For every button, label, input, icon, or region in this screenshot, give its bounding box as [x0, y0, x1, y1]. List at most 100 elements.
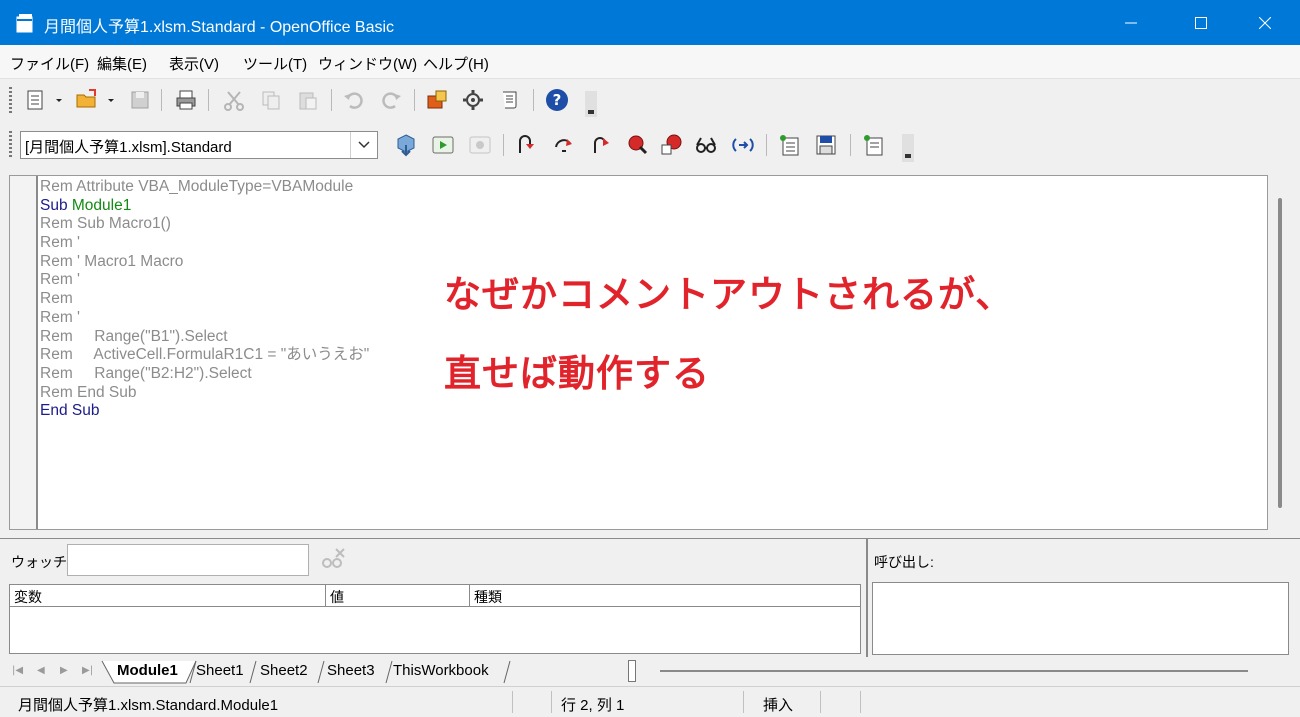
gear-icon[interactable] [461, 88, 485, 112]
status-insert-mode[interactable]: 挿入 [763, 694, 793, 715]
breakpoint-margin[interactable] [10, 176, 38, 529]
copy-icon[interactable] [259, 88, 283, 112]
menu-window[interactable]: ウィンドウ(W) [318, 53, 417, 74]
toolbar-separator [533, 89, 534, 111]
breakpoint-icon[interactable] [626, 133, 650, 157]
chevron-down-icon[interactable] [105, 88, 117, 112]
save-icon[interactable] [128, 88, 152, 112]
tab-sheet1[interactable]: Sheet1 [196, 661, 244, 684]
close-button[interactable] [1230, 0, 1300, 45]
stop-icon[interactable] [468, 133, 492, 157]
code-token: Rem ' Macro1 Macro [40, 252, 184, 270]
menu-file[interactable]: ファイル(F) [10, 53, 89, 74]
paste-icon[interactable] [296, 88, 320, 112]
step-over-icon[interactable] [552, 133, 576, 157]
menu-tools[interactable]: ツール(T) [243, 53, 307, 74]
object-catalog-icon[interactable] [731, 133, 755, 157]
code-line[interactable]: Rem ActiveCell.FormulaR1C1 = "あいうえお" [40, 346, 369, 365]
toolbar-separator [503, 134, 504, 156]
step-into-icon[interactable] [515, 133, 539, 157]
remove-watch-icon[interactable] [318, 546, 346, 572]
print-icon[interactable] [174, 88, 198, 112]
menu-view[interactable]: 表示(V) [169, 53, 219, 74]
toolbar-grip[interactable] [9, 131, 12, 157]
code-line[interactable]: Rem Range("B1").Select [40, 328, 369, 347]
cut-icon[interactable] [222, 88, 246, 112]
code-line[interactable]: Rem ' Macro1 Macro [40, 253, 369, 272]
next-tab-button[interactable]: ▶ [60, 665, 68, 676]
compile-icon[interactable] [394, 133, 418, 157]
code-token: Rem ' [40, 308, 80, 326]
previous-tab-button[interactable]: ◀ [37, 665, 45, 676]
glasses-icon[interactable] [694, 133, 718, 157]
menu-edit[interactable]: 編集(E) [97, 53, 147, 74]
code-line[interactable]: End Sub [40, 402, 369, 421]
status-separator [551, 691, 552, 713]
close-icon [1259, 16, 1271, 29]
annotation-line-2: 直せば動作する [444, 352, 710, 395]
code-line[interactable]: Rem Range("B2:H2").Select [40, 365, 369, 384]
code-line[interactable]: Rem End Sub [40, 384, 369, 403]
watch-table[interactable]: 変数 値 種類 [9, 584, 861, 654]
tab-module1[interactable]: Module1 [117, 661, 178, 684]
help-icon[interactable]: ? [545, 88, 569, 112]
scroll-icon[interactable] [498, 88, 522, 112]
open-folder-icon[interactable] [75, 88, 99, 112]
tab-sheet2[interactable]: Sheet2 [260, 661, 308, 684]
column-header-variable[interactable]: 変数 [10, 585, 326, 607]
last-tab-button[interactable]: ▶| [82, 665, 93, 676]
chevron-down-icon[interactable] [53, 88, 65, 112]
module-tabs-bar: |◀ ◀ ▶ ▶| Module1 Sheet1 Sheet2 Sheet3 T… [0, 659, 1300, 685]
toolbar-separator [414, 89, 415, 111]
new-document-icon[interactable] [24, 88, 48, 112]
code-token: Rem ActiveCell.FormulaR1C1 = "あいうえお" [40, 346, 370, 364]
library-select[interactable]: [月間個人予算1.xlsm].Standard [20, 131, 378, 159]
tab-splitter-handle[interactable] [628, 660, 636, 682]
panel-splitter[interactable] [866, 539, 868, 657]
toolbar-overflow-icon[interactable] [585, 91, 597, 117]
column-header-type[interactable]: 種類 [470, 585, 860, 607]
code-line[interactable]: Rem Attribute VBA_ModuleType=VBAModule [40, 178, 369, 197]
maximize-icon [1195, 16, 1207, 29]
title-bar: 月間個人予算1.xlsm.Standard - OpenOffice Basic [0, 0, 1300, 45]
minimize-icon [1125, 22, 1137, 23]
watch-input[interactable] [67, 544, 309, 576]
status-separator [743, 691, 744, 713]
code-line[interactable]: Rem ' [40, 309, 369, 328]
maximize-button[interactable] [1166, 0, 1236, 45]
redo-icon[interactable] [379, 88, 403, 112]
basic-ide-icon[interactable] [425, 88, 449, 112]
toolbar-overflow-icon[interactable] [902, 134, 914, 162]
app-icon [16, 14, 33, 33]
manage-breakpoints-icon[interactable] [660, 133, 684, 157]
library-select-arrow[interactable] [350, 132, 377, 158]
code-line[interactable]: Rem [40, 290, 369, 309]
call-stack-list[interactable] [872, 582, 1289, 655]
import-dialog-icon[interactable] [862, 133, 886, 157]
toolbar-separator [331, 89, 332, 111]
first-tab-button[interactable]: |◀ [12, 665, 23, 676]
code-token: Rem Range("B2:H2").Select [40, 364, 252, 382]
menu-help[interactable]: ヘルプ(H) [423, 53, 489, 74]
code-line[interactable]: Rem ' [40, 234, 369, 253]
column-header-value[interactable]: 値 [326, 585, 470, 607]
step-out-icon[interactable] [589, 133, 613, 157]
code-text[interactable]: Rem Attribute VBA_ModuleType=VBAModule Su… [40, 178, 369, 421]
code-token: Rem Sub Macro1() [40, 215, 171, 233]
insert-source-icon[interactable] [778, 133, 802, 157]
horizontal-scrollbar[interactable] [660, 670, 1248, 672]
annotation-line-1: なぜかコメントアウトされるが、 [444, 273, 1014, 316]
code-token: Rem Range("B1").Select [40, 327, 228, 345]
save-basic-icon[interactable] [814, 133, 838, 157]
undo-icon[interactable] [342, 88, 366, 112]
code-line[interactable]: Sub Module1 [40, 197, 369, 216]
toolbar-grip[interactable] [9, 87, 12, 113]
tab-thisworkbook[interactable]: ThisWorkbook [393, 661, 489, 684]
status-bar: 月間個人予算1.xlsm.Standard.Module1 行 2, 列 1 挿… [0, 686, 1300, 717]
minimize-button[interactable] [1096, 0, 1166, 45]
run-icon[interactable] [431, 133, 455, 157]
code-line[interactable]: Rem Sub Macro1() [40, 215, 369, 234]
code-line[interactable]: Rem ' [40, 271, 369, 290]
tab-sheet3[interactable]: Sheet3 [327, 661, 375, 684]
editor-scrollbar[interactable] [1278, 198, 1282, 508]
